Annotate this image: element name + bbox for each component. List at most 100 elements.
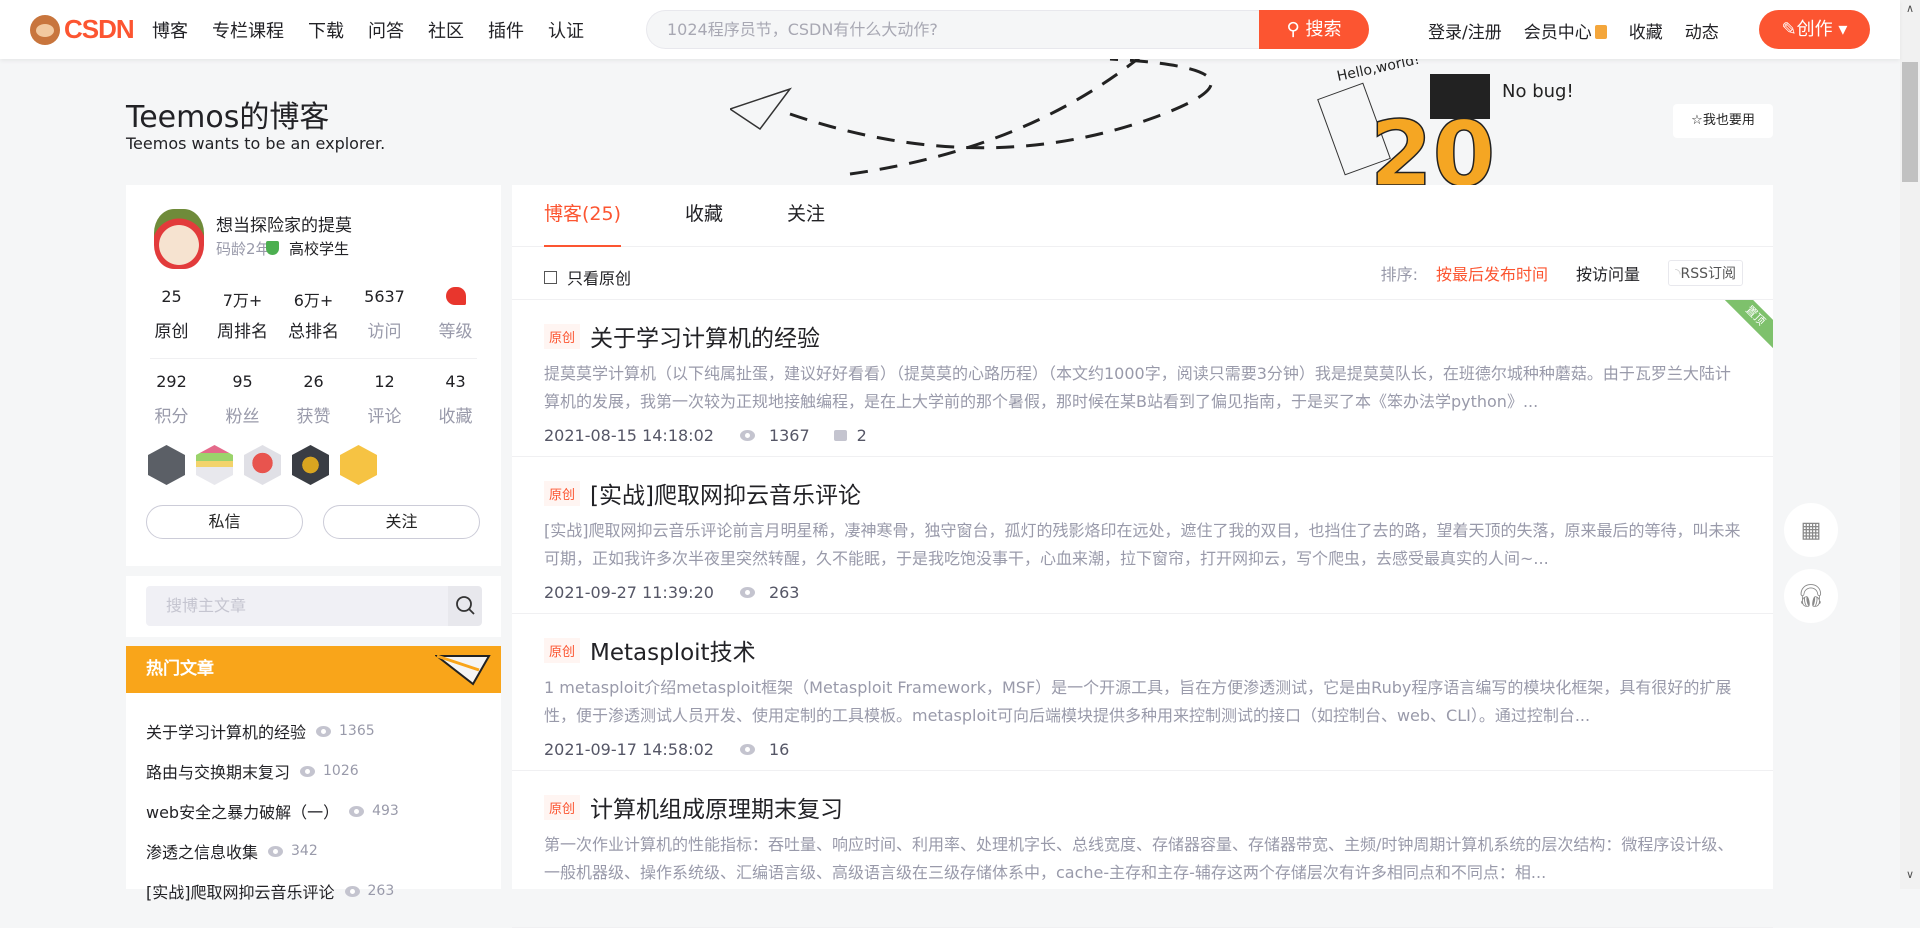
search-icon: ⚲ bbox=[1286, 19, 1306, 40]
scroll-up-icon[interactable]: ∧ bbox=[1900, 2, 1920, 15]
article-date: 2021-09-17 14:58:02 bbox=[544, 740, 714, 759]
monkey-logo-icon bbox=[30, 14, 60, 45]
article-views: 16 bbox=[768, 740, 790, 759]
qrcode-button[interactable]: ▦ bbox=[1784, 503, 1838, 557]
verified-shield-icon bbox=[266, 241, 279, 255]
article-title[interactable]: 计算机组成原理期末复习 bbox=[590, 790, 843, 824]
nav-plugins[interactable]: 插件 bbox=[488, 17, 524, 43]
blog-search-card: 搜博主文章 bbox=[126, 576, 501, 637]
sort-views[interactable]: 按访问量 bbox=[1576, 261, 1640, 285]
original-tag: 原创 bbox=[544, 480, 581, 506]
stat-fans[interactable]: 95 粉丝 bbox=[207, 372, 278, 427]
favorites-link[interactable]: 收藏 bbox=[1629, 18, 1663, 43]
scroll-down-icon[interactable]: ∨ bbox=[1900, 868, 1920, 881]
banner-illustration: Hello,world! No bug! 20 bbox=[730, 59, 1574, 185]
nav-courses[interactable]: 专栏课程 bbox=[212, 17, 284, 43]
paper-plane-icon bbox=[730, 87, 793, 131]
follow-button[interactable]: 关注 bbox=[323, 505, 480, 539]
vip-center-link[interactable]: 会员中心 bbox=[1524, 18, 1607, 43]
main-nav: 博客 专栏课程 下载 问答 社区 插件 认证 bbox=[152, 17, 584, 43]
blog-search-button[interactable] bbox=[448, 586, 482, 626]
create-button[interactable]: ✎创作 ▾ bbox=[1759, 10, 1870, 49]
article-item[interactable]: 原创 Metasploit技术 1 metasploit介绍metasploit框… bbox=[512, 614, 1773, 771]
tab-following[interactable]: 关注 bbox=[787, 185, 825, 247]
nav-certification[interactable]: 认证 bbox=[548, 17, 584, 43]
tab-favorites[interactable]: 收藏 bbox=[685, 185, 723, 247]
blog-title: Teemos的博客 bbox=[126, 100, 330, 135]
article-title[interactable]: [实战]爬取网抑云音乐评论 bbox=[590, 476, 861, 510]
use-too-button[interactable]: ☆我也要用 bbox=[1673, 104, 1773, 138]
sort-options: 排序: 按最后发布时间 按访问量 ◝RSS订阅 bbox=[1381, 260, 1743, 286]
eye-icon bbox=[739, 430, 755, 441]
nav-community[interactable]: 社区 bbox=[428, 17, 464, 43]
gift-icon bbox=[1594, 25, 1607, 39]
comment-icon bbox=[833, 430, 847, 441]
message-button[interactable]: 私信 bbox=[146, 505, 303, 539]
github-badge-icon[interactable] bbox=[148, 445, 185, 485]
divider bbox=[150, 358, 477, 359]
customer-service-button[interactable]: 🎧︎ bbox=[1784, 569, 1838, 623]
eye-icon bbox=[316, 725, 332, 737]
eye-icon bbox=[349, 805, 365, 817]
ten-year-badge-icon[interactable] bbox=[196, 445, 233, 485]
page-scrollbar[interactable]: ∧ ∨ bbox=[1900, 0, 1920, 889]
blog-subtitle: Teemos wants to be an explorer. bbox=[126, 134, 386, 153]
persistence-badge-icon[interactable] bbox=[292, 445, 329, 485]
stat-comments: 12 评论 bbox=[367, 372, 402, 427]
article-item[interactable]: 原创 [实战]爬取网抑云音乐评论 [实战]爬取网抑云音乐评论前言月明星稀，凄神寒骨… bbox=[512, 457, 1773, 614]
blog-search-input[interactable]: 搜博主文章 bbox=[146, 586, 448, 626]
profile-actions: 私信 关注 bbox=[146, 505, 480, 539]
rss-button[interactable]: ◝RSS订阅 bbox=[1668, 260, 1743, 286]
nav-download[interactable]: 下载 bbox=[308, 17, 344, 43]
article-summary: 1 metasploit介绍metasploit框架（Metasploit Fr… bbox=[544, 678, 1732, 725]
stat-favorites: 43 收藏 bbox=[438, 372, 473, 427]
hot-articles-list: 关于学习计算机的经验 1365 路由与交换期末复习 1026 web安全之暴力破解（… bbox=[126, 693, 501, 911]
stat-original[interactable]: 25 原创 bbox=[136, 287, 207, 342]
stat-visits: 5637 访问 bbox=[364, 287, 405, 342]
hot-article-item[interactable]: [实战]爬取网抑云音乐评论 263 bbox=[146, 871, 501, 911]
hot-article-item[interactable]: web安全之暴力破解（一） 493 bbox=[146, 791, 501, 831]
banner-nobug: No bug! bbox=[1502, 81, 1574, 102]
profile-card: 想当探险家的提莫 码龄2年 高校学生 25 原创 7万+ 周排名 6万+ 总排名 56… bbox=[126, 185, 501, 566]
stat-level[interactable]: 等级 bbox=[420, 287, 491, 342]
tab-blog[interactable]: 博客(25) bbox=[544, 185, 622, 247]
pen-badge-icon[interactable] bbox=[340, 445, 377, 485]
stats-row-1: 25 原创 7万+ 周排名 6万+ 总排名 5637 访问 等级 bbox=[136, 287, 491, 342]
hot-articles-card: 热门文章 关于学习计算机的经验 1365 路由与交换期末复习 1026 web安全之… bbox=[126, 646, 501, 902]
search-input[interactable]: 1024程序员节，CSDN有什么大动作? bbox=[646, 10, 1259, 49]
hot-article-item[interactable]: 路由与交换期末复习 1026 bbox=[146, 751, 501, 791]
sort-latest[interactable]: 按最后发布时间 bbox=[1436, 261, 1548, 285]
hot-article-item[interactable]: 渗透之信息收集 342 bbox=[146, 831, 501, 871]
stat-total-rank[interactable]: 6万+ 总排名 bbox=[278, 287, 349, 342]
nav-qa[interactable]: 问答 bbox=[368, 17, 404, 43]
eye-icon bbox=[739, 744, 755, 755]
stats-row-2: 292 积分 95 粉丝 26 获赞 12 评论 43 收藏 bbox=[136, 372, 491, 427]
user-name[interactable]: 想当探险家的提莫 bbox=[216, 211, 352, 236]
nav-blog[interactable]: 博客 bbox=[152, 17, 188, 43]
csdn-logo[interactable]: CSDN bbox=[30, 14, 135, 45]
monkey-badge-icon[interactable] bbox=[244, 445, 281, 485]
article-item[interactable]: 原创 计算机组成原理期末复习 第一次作业计算机的性能指标：吞吐量、响应时间、利用率… bbox=[512, 771, 1773, 928]
content-tabs: 博客(25) 收藏 关注 bbox=[512, 185, 1773, 247]
stat-likes: 26 获赞 bbox=[296, 372, 331, 427]
avatar[interactable] bbox=[154, 209, 204, 269]
hot-article-item[interactable]: 关于学习计算机的经验 1365 bbox=[146, 711, 501, 751]
article-item[interactable]: 置顶 原创 关于学习计算机的经验 提莫莫学计算机（以下纯属扯蛋，建议好好看看）（提… bbox=[512, 300, 1773, 457]
checkbox-icon bbox=[544, 270, 557, 284]
filter-bar: 只看原创 排序: 按最后发布时间 按访问量 ◝RSS订阅 bbox=[512, 247, 1773, 300]
search-button[interactable]: ⚲ 搜索 bbox=[1259, 10, 1369, 49]
article-title[interactable]: 关于学习计算机的经验 bbox=[590, 319, 820, 353]
original-tag: 原创 bbox=[544, 637, 581, 663]
article-panel: 博客(25) 收藏 关注 只看原创 排序: 按最后发布时间 按访问量 ◝RSS订… bbox=[512, 185, 1773, 928]
article-comments: 2 bbox=[856, 426, 867, 445]
scroll-thumb[interactable] bbox=[1902, 62, 1918, 182]
hot-articles-header: 热门文章 bbox=[126, 646, 501, 693]
stat-week-rank[interactable]: 7万+ 周排名 bbox=[207, 287, 278, 342]
only-original-checkbox[interactable]: 只看原创 bbox=[544, 265, 631, 289]
badge-list bbox=[148, 445, 377, 485]
sparkle-icon: ☆ bbox=[1691, 113, 1703, 128]
article-title[interactable]: Metasploit技术 bbox=[590, 633, 756, 667]
original-tag: 原创 bbox=[544, 323, 581, 349]
login-link[interactable]: 登录/注册 bbox=[1428, 18, 1502, 43]
dynamic-link[interactable]: 动态 bbox=[1685, 18, 1719, 43]
